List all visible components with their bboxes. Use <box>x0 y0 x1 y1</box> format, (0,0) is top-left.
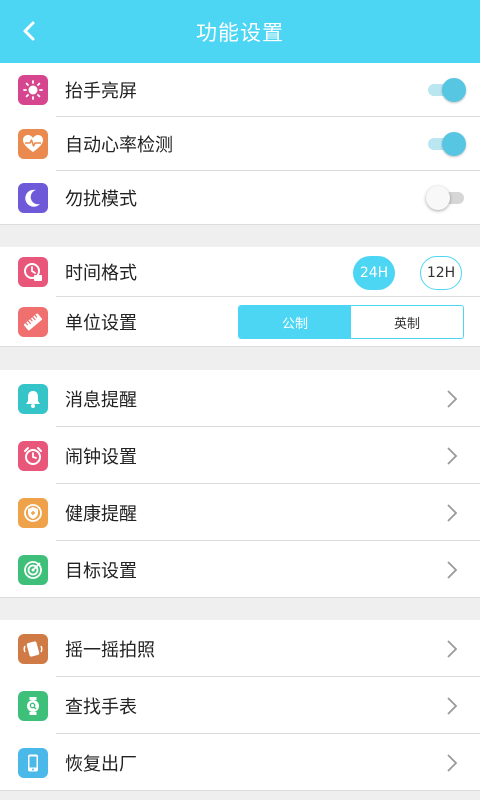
list-item-message-reminder[interactable]: 消息提醒 <box>0 370 480 427</box>
chevron-right-icon <box>447 560 458 579</box>
imperial-option[interactable]: 英制 <box>351 306 463 338</box>
page-title: 功能设置 <box>196 20 284 45</box>
toggle-settings-group: 抬手亮屏 自动心率检测 勿扰模式 <box>0 63 480 225</box>
app-header: 功能设置 <box>0 0 480 63</box>
raise-to-wake-row: 抬手亮屏 <box>0 63 480 117</box>
device-settings-group: 摇一摇拍照 查找手表 恢复出厂 <box>0 620 480 791</box>
list-item-factory-reset[interactable]: 恢复出厂 <box>0 734 480 791</box>
do-not-disturb-row: 勿扰模式 <box>0 171 480 225</box>
metric-option[interactable]: 公制 <box>239 306 351 338</box>
auto-heart-rate-row: 自动心率检测 <box>0 117 480 171</box>
message-reminder-label: 消息提醒 <box>65 389 137 411</box>
unit-segmented-control: 公制 英制 <box>238 305 464 339</box>
chevron-right-icon <box>447 753 458 772</box>
ruler-icon <box>18 307 48 337</box>
format-24h-button[interactable]: 24H <box>353 256 395 290</box>
chevron-left-icon <box>23 21 35 41</box>
heart-rate-icon <box>18 129 48 159</box>
list-item-goal-settings[interactable]: 目标设置 <box>0 541 480 598</box>
alarm-settings-label: 闹钟设置 <box>65 446 137 468</box>
time-format-row: 时间格式 24H 12H <box>0 247 480 297</box>
alarm-clock-icon <box>18 440 48 471</box>
bell-icon <box>18 383 48 414</box>
format-settings-group: 时间格式 24H 12H 单位设置 公制 英制 <box>0 247 480 347</box>
auto-heart-rate-toggle[interactable] <box>426 131 466 157</box>
reminder-settings-group: 消息提醒 闹钟设置 健康提醒 目标设置 <box>0 370 480 598</box>
unit-label: 单位设置 <box>65 313 137 334</box>
chevron-right-icon <box>447 503 458 522</box>
list-item-health-reminder[interactable]: 健康提醒 <box>0 484 480 541</box>
find-watch-label: 查找手表 <box>65 696 137 718</box>
list-item-shake-photo[interactable]: 摇一摇拍照 <box>0 620 480 677</box>
do-not-disturb-toggle[interactable] <box>426 185 466 211</box>
raise-to-wake-label: 抬手亮屏 <box>65 81 137 102</box>
time-format-label: 时间格式 <box>65 263 137 284</box>
auto-heart-rate-label: 自动心率检测 <box>65 135 173 156</box>
clock-icon <box>18 257 48 287</box>
target-icon <box>18 554 48 585</box>
chevron-right-icon <box>447 389 458 408</box>
raise-to-wake-toggle[interactable] <box>426 77 466 103</box>
list-item-find-watch[interactable]: 查找手表 <box>0 677 480 734</box>
sun-icon <box>18 75 48 105</box>
goal-settings-label: 目标设置 <box>65 560 137 582</box>
chevron-right-icon <box>447 639 458 658</box>
chevron-right-icon <box>447 446 458 465</box>
moon-icon <box>18 183 48 213</box>
chevron-right-icon <box>447 696 458 715</box>
health-shield-icon <box>18 497 48 528</box>
factory-reset-label: 恢复出厂 <box>65 753 137 775</box>
back-button[interactable] <box>16 18 42 44</box>
list-item-alarm-settings[interactable]: 闹钟设置 <box>0 427 480 484</box>
format-12h-button[interactable]: 12H <box>420 256 462 290</box>
unit-row: 单位设置 公制 英制 <box>0 297 480 347</box>
shake-camera-icon <box>18 633 48 664</box>
health-reminder-label: 健康提醒 <box>65 503 137 525</box>
phone-reset-icon <box>18 747 48 778</box>
do-not-disturb-label: 勿扰模式 <box>65 189 137 210</box>
shake-photo-label: 摇一摇拍照 <box>65 639 155 661</box>
watch-search-icon <box>18 690 48 721</box>
